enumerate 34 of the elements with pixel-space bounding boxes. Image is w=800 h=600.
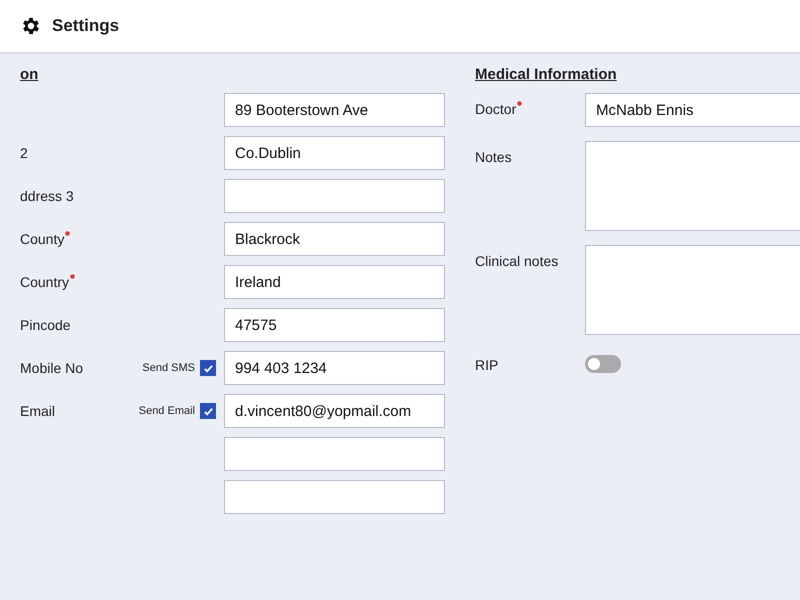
input-field[interactable]: Co.Dublin bbox=[224, 136, 445, 170]
field-label: Doctor bbox=[475, 101, 522, 117]
field-label: 2 bbox=[20, 145, 28, 161]
field-label: RIP bbox=[475, 357, 498, 373]
section-heading: Medical Information bbox=[475, 66, 617, 83]
field-label: County bbox=[20, 231, 70, 247]
input-field[interactable]: McNabb Ennis bbox=[585, 93, 800, 127]
field-label: Email bbox=[20, 403, 56, 419]
checkbox[interactable] bbox=[200, 360, 216, 376]
checkmark-icon bbox=[202, 362, 214, 374]
input-field[interactable]: Blackrock bbox=[224, 222, 445, 256]
field-label: Pincode bbox=[20, 317, 71, 333]
toggle-switch[interactable] bbox=[585, 355, 621, 373]
input-field[interactable]: 89 Booterstown Ave bbox=[224, 93, 445, 127]
checkbox-label: Send SMS bbox=[142, 362, 195, 374]
field-label: Country bbox=[20, 274, 76, 290]
checkbox[interactable] bbox=[200, 403, 216, 419]
text-area[interactable] bbox=[585, 141, 800, 231]
input-field[interactable] bbox=[224, 480, 445, 514]
checkmark-icon bbox=[202, 406, 214, 416]
page-title: Settings bbox=[52, 16, 120, 36]
input-field[interactable]: Ireland bbox=[224, 265, 445, 299]
input-field[interactable] bbox=[224, 179, 445, 213]
field-label: ddress 3 bbox=[20, 188, 74, 204]
field-label: Clinical notes bbox=[475, 253, 558, 269]
input-field[interactable] bbox=[224, 437, 445, 471]
input-field[interactable]: 994 403 1234 bbox=[224, 351, 445, 385]
checkbox-label: Send Email bbox=[138, 405, 195, 417]
input-field[interactable]: 47575 bbox=[224, 308, 445, 342]
field-label: Mobile No bbox=[20, 360, 84, 376]
section-heading: on bbox=[20, 66, 38, 83]
input-field[interactable]: d.vincent80@yopmail.com bbox=[224, 394, 445, 428]
field-label: Notes bbox=[475, 149, 512, 165]
text-area[interactable] bbox=[585, 245, 800, 335]
